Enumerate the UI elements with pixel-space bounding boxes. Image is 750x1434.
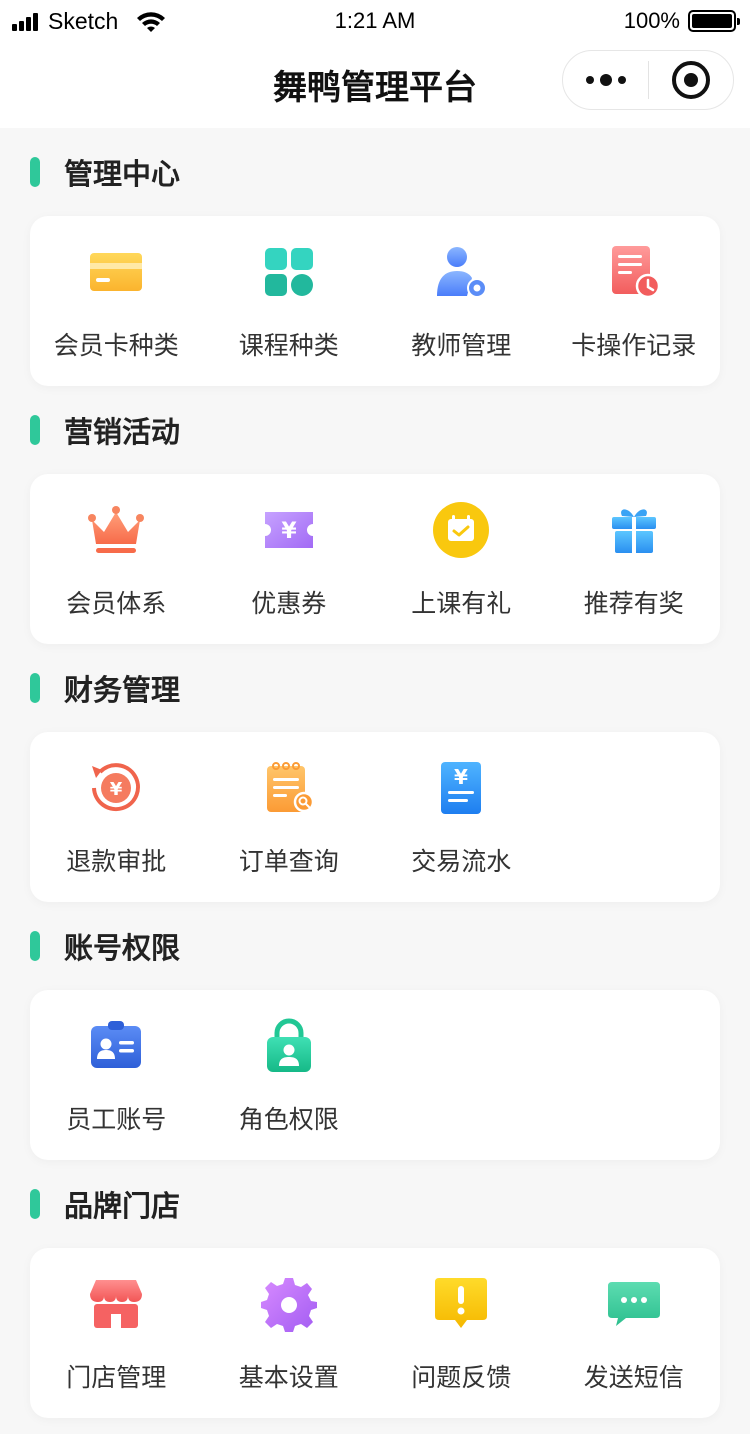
menu-item-label: 会员体系 [66, 589, 167, 618]
section-accent-bar [30, 415, 40, 445]
section-header: 营销活动 [0, 386, 750, 474]
section-4: 品牌门店门店管理 基本设置 问题反馈 发送短信 [0, 1160, 750, 1418]
section-accent-bar [30, 157, 40, 187]
menu-item-staff-id[interactable]: 员工账号 [30, 1016, 203, 1160]
close-program-button[interactable] [649, 50, 733, 110]
menu-item-label: 发送短信 [583, 1363, 684, 1392]
section-title: 营销活动 [64, 415, 181, 449]
menu-item-calendar-check[interactable]: 上课有礼 [375, 500, 548, 644]
menu-item-feedback[interactable]: 问题反馈 [375, 1274, 548, 1418]
menu-item-label: 卡操作记录 [571, 331, 697, 360]
order-search-icon [259, 758, 319, 818]
menu-item-refund[interactable]: ¥ 退款审批 [30, 758, 203, 902]
section-title: 财务管理 [64, 673, 181, 707]
menu-item-order-search[interactable]: 订单查询 [203, 758, 376, 902]
section-card: 会员体系 ¥ 优惠券 上课有礼 推荐有奖 [30, 474, 720, 644]
user-gear-icon [431, 242, 491, 302]
menu-item-label: 上课有礼 [411, 589, 512, 618]
menu-item-label: 退款审批 [66, 847, 167, 876]
calendar-check-icon [431, 500, 491, 560]
section-accent-bar [30, 673, 40, 703]
section-1: 营销活动会员体系 ¥ 优惠券 上课有礼 推荐有奖 [0, 386, 750, 644]
staff-id-icon [86, 1016, 146, 1076]
section-header: 财务管理 [0, 644, 750, 732]
store-icon [86, 1274, 146, 1334]
battery-icon [688, 10, 740, 32]
card-icon [86, 242, 146, 302]
menu-item-record-clock[interactable]: 卡操作记录 [548, 242, 721, 386]
menu-item-store[interactable]: 门店管理 [30, 1274, 203, 1418]
section-title: 账号权限 [64, 931, 181, 965]
section-accent-bar [30, 1189, 40, 1219]
battery-percent: 100% [623, 8, 680, 33]
section-0: 管理中心会员卡种类 课程种类 教师管理 卡操作记录 [0, 128, 750, 386]
coupon-icon: ¥ [259, 500, 319, 560]
nav-bar: 舞鸭管理平台 [0, 44, 750, 128]
menu-item-label: 门店管理 [66, 1363, 167, 1392]
menu-item-label: 教师管理 [411, 331, 512, 360]
gift-icon [604, 500, 664, 560]
target-icon [671, 61, 710, 99]
menu-item-label: 课程种类 [238, 331, 339, 360]
menu-item-coupon[interactable]: ¥ 优惠券 [203, 500, 376, 644]
grid-icon [259, 242, 319, 302]
crown-icon [86, 500, 146, 560]
section-card: ¥ 退款审批 订单查询 ¥ 交易流水 [30, 732, 720, 902]
menu-item-grid[interactable]: 课程种类 [203, 242, 376, 386]
section-card: 员工账号 角色权限 [30, 990, 720, 1160]
menu-item-crown[interactable]: 会员体系 [30, 500, 203, 644]
status-right: 100% [623, 8, 740, 34]
settings-gear-icon [259, 1274, 319, 1334]
lock-user-icon [259, 1016, 319, 1076]
svg-text:¥: ¥ [110, 779, 123, 800]
menu-item-label: 交易流水 [411, 847, 512, 876]
section-header: 品牌门店 [0, 1160, 750, 1248]
menu-item-card[interactable]: 会员卡种类 [30, 242, 203, 386]
svg-text:¥: ¥ [281, 519, 297, 544]
menu-item-message[interactable]: 发送短信 [548, 1274, 721, 1418]
menu-item-user-gear[interactable]: 教师管理 [375, 242, 548, 386]
menu-item-lock-user[interactable]: 角色权限 [203, 1016, 376, 1160]
svg-text:¥: ¥ [454, 765, 468, 789]
menu-item-label: 角色权限 [238, 1105, 339, 1134]
section-header: 管理中心 [0, 128, 750, 216]
section-2: 财务管理 ¥ 退款审批 订单查询 ¥ 交易流水 [0, 644, 750, 902]
section-card: 门店管理 基本设置 问题反馈 发送短信 [30, 1248, 720, 1418]
more-menu-button[interactable] [563, 50, 648, 110]
feedback-icon [431, 1274, 491, 1334]
message-icon [604, 1274, 664, 1334]
refund-icon: ¥ [86, 758, 146, 818]
mini-program-capsule [562, 50, 734, 110]
status-bar: Sketch 1:21 AM 100% [0, 0, 750, 44]
record-clock-icon [604, 242, 664, 302]
menu-item-label: 优惠券 [251, 589, 327, 618]
section-header: 账号权限 [0, 902, 750, 990]
menu-item-label: 基本设置 [238, 1363, 339, 1392]
section-title: 管理中心 [64, 157, 181, 191]
menu-item-label: 会员卡种类 [53, 331, 179, 360]
menu-item-label: 订单查询 [238, 847, 339, 876]
menu-item-label: 问题反馈 [411, 1363, 512, 1392]
menu-item-gift[interactable]: 推荐有奖 [548, 500, 721, 644]
main-content: 管理中心会员卡种类 课程种类 教师管理 卡操作记录营销活动会员体系 ¥ 优惠券 上课有礼 推荐… [0, 128, 750, 1418]
menu-item-settings-gear[interactable]: 基本设置 [203, 1274, 376, 1418]
section-title: 品牌门店 [64, 1189, 181, 1223]
menu-item-label: 员工账号 [66, 1105, 167, 1134]
section-accent-bar [30, 931, 40, 961]
menu-item-label: 推荐有奖 [583, 589, 684, 618]
section-card: 会员卡种类 课程种类 教师管理 卡操作记录 [30, 216, 720, 386]
section-3: 账号权限员工账号 角色权限 [0, 902, 750, 1160]
transaction-icon: ¥ [431, 758, 491, 818]
menu-item-transaction[interactable]: ¥ 交易流水 [375, 758, 548, 902]
